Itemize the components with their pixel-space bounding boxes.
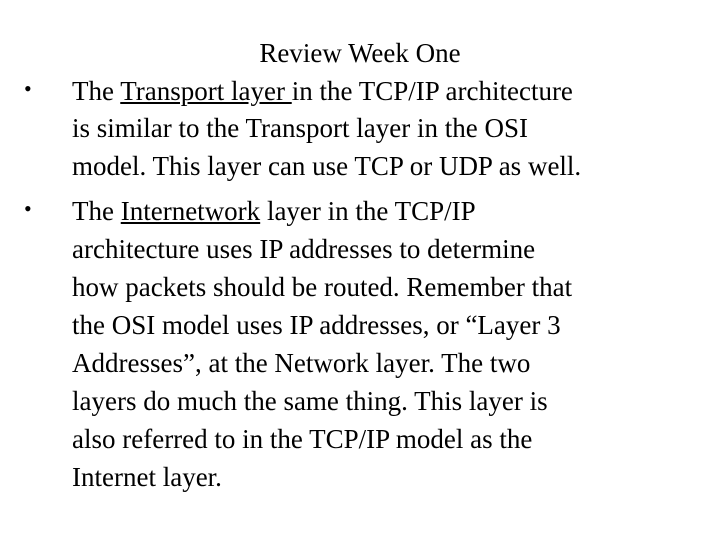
text: layer in the TCP/IP: [260, 196, 476, 226]
bullet-2-line-6: layers do much the same thing. This laye…: [72, 386, 548, 416]
text: The: [72, 196, 121, 226]
bullet-1-line-2: is similar to the Transport layer in the…: [72, 113, 528, 143]
bullet-marker: •: [24, 76, 32, 101]
bullet-2-line-7: also referred to in the TCP/IP model as …: [72, 424, 533, 454]
internetwork-term: Internetwork: [120, 196, 261, 226]
bullet-2-line-3: how packets should be routed. Remember t…: [72, 272, 573, 302]
bullet-marker: •: [24, 196, 32, 221]
bullet-2-line-4: the OSI model uses IP addresses, or “Lay…: [72, 310, 561, 340]
bullet-1-line-3: model. This layer can use TCP or UDP as …: [72, 151, 582, 181]
text: in the TCP/IP architecture: [291, 76, 573, 106]
bullet-2-line-1: The Internetwork layer in the TCP/IP: [72, 196, 476, 227]
slide-title: Review Week One: [259, 38, 461, 68]
text: The: [72, 76, 121, 106]
bullet-1-line-1: The Transport layer in the TCP/IP archit…: [72, 76, 573, 107]
bullet-2-line-2: architecture uses IP addresses to determ…: [72, 234, 536, 264]
bullet-2-line-5: Addresses”, at the Network layer. The tw…: [72, 348, 531, 378]
bullet-2-line-8: Internet layer.: [72, 462, 222, 492]
transport-layer-term: Transport layer: [120, 76, 292, 106]
